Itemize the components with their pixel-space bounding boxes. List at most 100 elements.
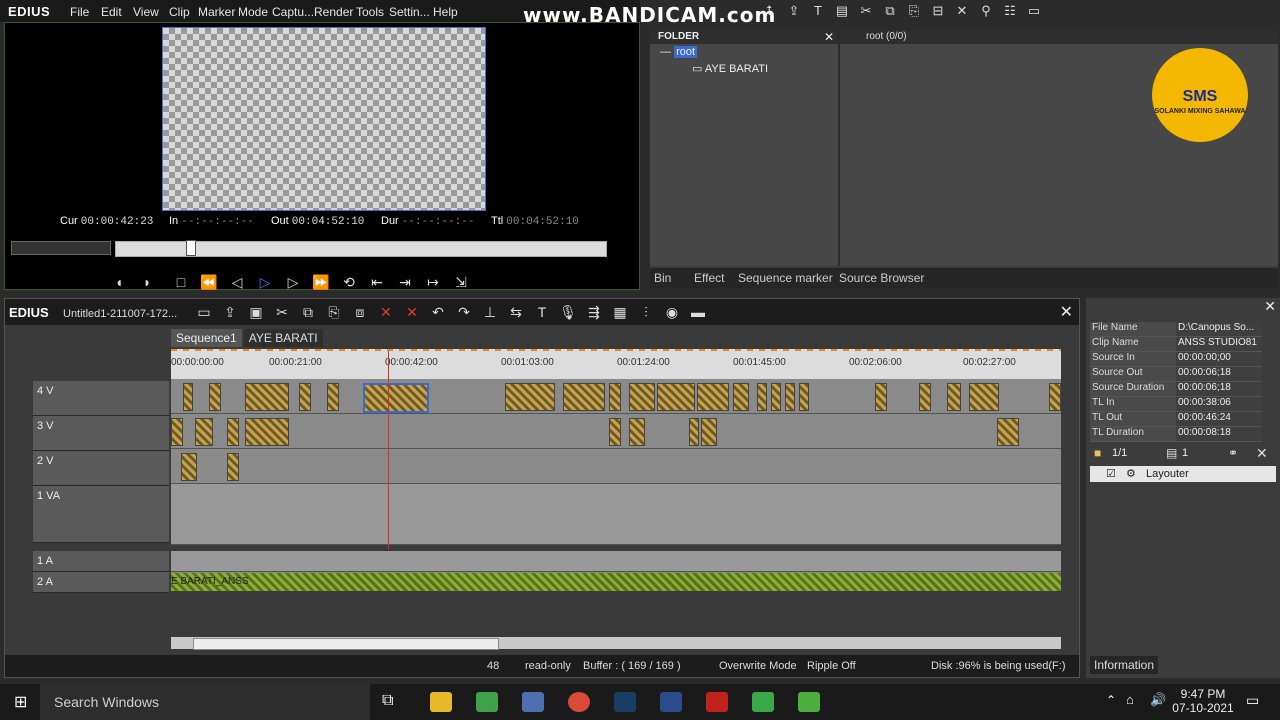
selected-clip[interactable]	[363, 383, 429, 413]
menu-marker[interactable]: Marker	[198, 5, 235, 19]
export-icon[interactable]: ⇲	[447, 272, 475, 292]
timeline-clip[interactable]	[563, 383, 605, 411]
color-bar-icon[interactable]: ▤	[832, 3, 852, 19]
info-close-icon[interactable]: ✕	[1264, 298, 1276, 315]
tab-bin[interactable]: Bin	[654, 271, 671, 285]
paste-clip-icon[interactable]: ⎘	[321, 304, 347, 321]
timeline-clip[interactable]	[785, 383, 795, 411]
timeline-clip[interactable]	[209, 383, 221, 411]
delete-clip-icon[interactable]: ✕	[373, 304, 399, 321]
shuttle-slider[interactable]	[11, 241, 111, 255]
delete-icon[interactable]: ⊟	[928, 3, 948, 19]
track-1a[interactable]	[171, 551, 1061, 572]
next-frame-icon[interactable]: ▷	[279, 272, 307, 292]
ripple-delete-icon[interactable]: ✕	[399, 304, 425, 321]
folder-close-icon[interactable]: ✕	[824, 30, 834, 44]
overwrite-icon[interactable]: ⇥	[391, 272, 419, 292]
timeline-clip[interactable]	[733, 383, 749, 411]
audio-mixer-icon[interactable]: ⫶	[633, 304, 659, 321]
up-folder-icon[interactable]: ⮤	[760, 3, 780, 19]
track-header-4v[interactable]: 4 V	[33, 381, 169, 416]
folder-aye-barati[interactable]: ▭ AYE BARATI	[692, 62, 768, 75]
timeline-scrollbar[interactable]	[171, 637, 1061, 650]
timeline-clip[interactable]	[701, 418, 717, 446]
timeline-clip[interactable]	[227, 453, 239, 481]
close-x-icon[interactable]: ✕	[952, 3, 972, 19]
view-icon[interactable]: ☷	[1000, 3, 1020, 19]
timeline-clip[interactable]	[609, 383, 621, 411]
edius-taskbar-icon[interactable]	[476, 692, 498, 712]
rewind-icon[interactable]: ⏪	[195, 272, 223, 292]
video-tracks[interactable]	[171, 379, 1061, 545]
import-icon[interactable]: ⇪	[784, 3, 804, 19]
audio-clip-aye-barati[interactable]: E BARATI_ANSS	[171, 573, 1061, 591]
title-icon[interactable]: T	[808, 3, 828, 19]
menu-settings[interactable]: Settin...	[389, 5, 430, 19]
menu-edit[interactable]: Edit	[101, 5, 122, 19]
microphone-icon[interactable]: 🎙	[555, 304, 581, 321]
set-out-icon[interactable]: ◗	[133, 272, 161, 292]
new-sequence-icon[interactable]: ▭	[191, 304, 217, 321]
timeline-close-icon[interactable]: ✕	[1060, 302, 1073, 322]
timeline-clip[interactable]	[245, 418, 289, 446]
menu-capture[interactable]: Captu...	[272, 5, 314, 19]
render-icon[interactable]: ⇶	[581, 304, 607, 321]
tab-sequence1[interactable]: Sequence1	[171, 329, 242, 347]
timeline-clip[interactable]	[771, 383, 781, 411]
open-project-icon[interactable]: ⇪	[217, 304, 243, 321]
network-icon[interactable]: ⌂	[1126, 692, 1134, 707]
track-4v[interactable]	[171, 379, 1061, 414]
timeline-clip[interactable]	[195, 418, 213, 446]
timeline-clip[interactable]	[697, 383, 729, 411]
position-scrubber[interactable]	[115, 240, 607, 257]
cut-clip-icon[interactable]: ✂	[269, 304, 295, 321]
fast-forward-icon[interactable]: ⏩	[307, 272, 335, 292]
title-tool-icon[interactable]: T	[529, 304, 555, 320]
taskbar-search[interactable]: Search Windows	[40, 684, 370, 720]
tab-aye-barati[interactable]: AYE BARATI	[243, 329, 323, 347]
timeline-clip[interactable]	[969, 383, 999, 411]
search-bin-icon[interactable]: ⚲	[976, 3, 996, 19]
menu-tools[interactable]: Tools	[356, 5, 384, 19]
razor-icon[interactable]: ⊥	[477, 304, 503, 321]
stop-icon[interactable]: □	[167, 272, 195, 292]
play-icon[interactable]: ▷	[251, 272, 279, 292]
cut-icon[interactable]: ✂	[856, 3, 876, 19]
prev-frame-icon[interactable]: ◁	[223, 272, 251, 292]
menu-view[interactable]: View	[133, 5, 159, 19]
timeline-clip[interactable]	[171, 418, 183, 446]
track-header-3v[interactable]: 3 V	[33, 416, 169, 451]
file-explorer-icon[interactable]	[430, 692, 452, 712]
timeline-clip[interactable]	[629, 418, 645, 446]
mixer-icon[interactable]: ⇆	[503, 304, 529, 321]
timeline-clip[interactable]	[947, 383, 961, 411]
spreadsheet-icon[interactable]	[752, 692, 774, 712]
link-icon[interactable]: ⧈	[347, 304, 373, 321]
timeline-clip[interactable]	[657, 383, 695, 411]
timeline-clip[interactable]	[919, 383, 931, 411]
timeline-clip[interactable]	[181, 453, 197, 481]
filter-list-icon[interactable]: ▤	[1166, 446, 1177, 460]
track-1va[interactable]	[171, 484, 1061, 545]
bin-window-icon[interactable]: ▭	[1024, 3, 1044, 19]
track-header-1a[interactable]: 1 A	[33, 551, 169, 572]
taskbar-clock[interactable]: 9:47 PM 07-10-2021	[1170, 687, 1236, 715]
set-in-icon[interactable]: ◖	[105, 272, 133, 292]
track-3v[interactable]	[171, 414, 1061, 449]
layouter-row[interactable]: ☑ ⚙ Layouter	[1090, 466, 1276, 482]
timeline-clip[interactable]	[245, 383, 289, 411]
undo-icon[interactable]: ↶	[425, 304, 451, 321]
timeline-scroll-thumb[interactable]	[193, 638, 499, 650]
folder-root[interactable]: — root	[660, 46, 698, 58]
menu-file[interactable]: File	[70, 5, 89, 19]
task-view-icon[interactable]: ⧉	[382, 692, 393, 710]
track-header-2v[interactable]: 2 V	[33, 451, 169, 486]
status-edit-mode[interactable]: Overwrite Mode	[719, 660, 797, 672]
chrome-icon[interactable]	[568, 692, 590, 712]
settings-icon[interactable]: ▬	[685, 304, 711, 320]
paste-icon[interactable]: ⎘	[904, 3, 924, 19]
track-header-2a[interactable]: 2 A	[33, 572, 169, 593]
playhead-cursor[interactable]	[388, 351, 389, 549]
replace-icon[interactable]: ↦	[419, 272, 447, 292]
timeline-clip[interactable]	[689, 418, 699, 446]
